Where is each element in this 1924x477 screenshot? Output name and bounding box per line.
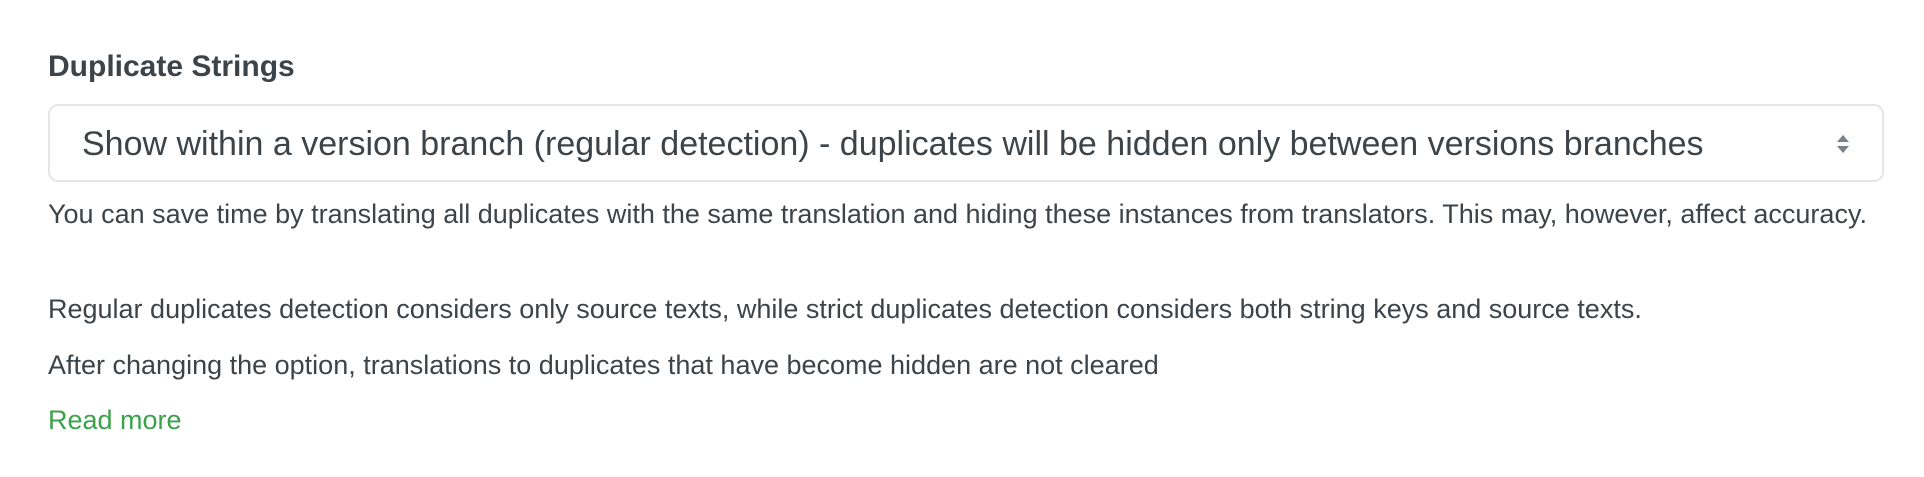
duplicates-help-text-3: After changing the option, translations … — [48, 350, 1159, 380]
duplicate-strings-label: Duplicate Strings — [48, 50, 295, 83]
duplicates-help-text-1: You can save time by translating all dup… — [48, 199, 1867, 229]
read-more-link[interactable]: Read more — [48, 401, 182, 440]
sort-arrows-icon — [1834, 132, 1852, 156]
duplicate-strings-select[interactable]: Show within a version branch (regular de… — [48, 104, 1884, 182]
duplicate-strings-selected-value: Show within a version branch (regular de… — [82, 125, 1704, 163]
duplicates-help-text-2: Regular duplicates detection considers o… — [48, 294, 1642, 324]
